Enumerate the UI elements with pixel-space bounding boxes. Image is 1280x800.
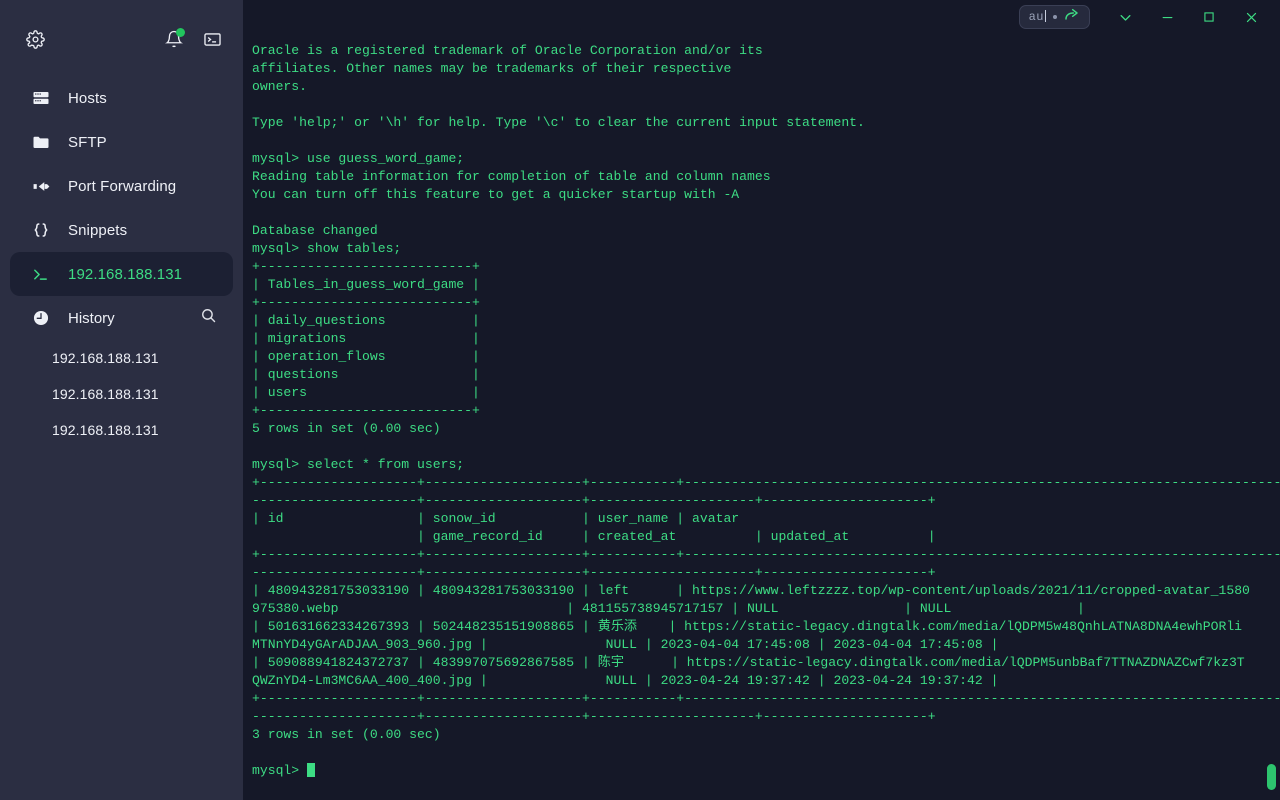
terminal-prompt-text: mysql> — [252, 763, 308, 778]
sidebar-item-label: Snippets — [68, 221, 128, 239]
terminal-line: Database changed — [252, 223, 378, 238]
clock-icon — [32, 309, 54, 327]
sidebar-item-label: Port Forwarding — [68, 177, 177, 195]
terminal-line: owners. — [252, 79, 308, 94]
history-item-label: 192.168.188.131 — [52, 422, 159, 438]
sidebar-item-label: SFTP — [68, 133, 107, 151]
terminal-line: | Tables_in_guess_word_game | — [252, 277, 480, 292]
search-icon[interactable] — [200, 307, 217, 329]
terminal-line: Reading table information for completion… — [252, 169, 771, 184]
sidebar-toolbar — [0, 14, 243, 64]
sidebar-item-label: 192.168.188.131 — [68, 265, 183, 283]
terminal-prompt-icon — [32, 266, 54, 283]
terminal-line: | 501631662334267393 | 50244823515190886… — [252, 619, 1243, 634]
terminal-scrollbar-thumb[interactable] — [1267, 764, 1276, 790]
terminal-line: QWZnYD4-Lm3MC6AA_400_400.jpg | NULL | 20… — [252, 673, 999, 688]
share-arrow-icon[interactable] — [1064, 7, 1080, 28]
app-root: Hosts SFTP Port Forwarding Snippets 192.… — [0, 0, 1280, 800]
terminal-prompt-line[interactable]: mysql> — [252, 762, 1280, 780]
folder-icon — [32, 133, 54, 151]
terminal-line: | users | — [252, 385, 480, 400]
terminal-line: MTNnYD4yGArADJAA_903_960.jpg | NULL | 20… — [252, 637, 999, 652]
terminal-line: +--------------------+------------------… — [252, 475, 1280, 490]
terminal-line: ---------------------+------------------… — [252, 565, 936, 580]
history-item[interactable]: 192.168.188.131 — [0, 412, 243, 448]
session-tag-text: au — [1028, 10, 1044, 24]
main-panel: au Oracle is a registered trademark of O… — [243, 0, 1280, 800]
sidebar-item-label: Hosts — [68, 89, 107, 107]
sidebar-item-sftp[interactable]: SFTP — [10, 120, 233, 164]
sidebar-nav: Hosts SFTP Port Forwarding Snippets 192.… — [0, 76, 243, 448]
terminal-line: ---------------------+------------------… — [252, 493, 936, 508]
history-item-label: 192.168.188.131 — [52, 350, 159, 366]
terminal-icon[interactable] — [199, 26, 225, 52]
history-item[interactable]: 192.168.188.131 — [0, 340, 243, 376]
terminal-line: mysql> select * from users; — [252, 457, 465, 472]
history-item-label: 192.168.188.131 — [52, 386, 159, 402]
gear-icon[interactable] — [22, 26, 48, 52]
terminal-line: mysql> use guess_word_game; — [252, 151, 465, 166]
chevron-down-icon[interactable] — [1104, 1, 1146, 33]
terminal-line: ---------------------+------------------… — [252, 709, 936, 724]
terminal-cursor — [307, 763, 316, 777]
tag-separator-dot — [1053, 15, 1057, 19]
sidebar-item-hosts[interactable]: Hosts — [10, 76, 233, 120]
notification-badge — [176, 28, 185, 37]
maximize-icon[interactable] — [1188, 1, 1230, 33]
terminal-line: | game_record_id | created_at | updated_… — [252, 529, 936, 544]
terminal-line: +---------------------------+ — [252, 295, 480, 310]
braces-icon — [32, 221, 54, 239]
terminal-line: +--------------------+------------------… — [252, 547, 1280, 562]
terminal-line: | questions | — [252, 367, 480, 382]
sidebar-item-port-forwarding[interactable]: Port Forwarding — [10, 164, 233, 208]
terminal-line: Type 'help;' or '\h' for help. Type '\c'… — [252, 115, 865, 130]
terminal-line: +---------------------------+ — [252, 403, 480, 418]
terminal-line: | operation_flows | — [252, 349, 480, 364]
terminal-line: affiliates. Other names may be trademark… — [252, 61, 732, 76]
session-tag-pill[interactable]: au — [1018, 5, 1090, 29]
terminal-line: | migrations | — [252, 331, 480, 346]
terminal-line: | daily_questions | — [252, 313, 480, 328]
sidebar-item-snippets[interactable]: Snippets — [10, 208, 233, 252]
terminal-line: | id | sonow_id | user_name | avatar — [252, 511, 740, 526]
server-icon — [32, 89, 54, 107]
history-item[interactable]: 192.168.188.131 — [0, 376, 243, 412]
history-label: History — [68, 309, 115, 327]
sidebar: Hosts SFTP Port Forwarding Snippets 192.… — [0, 0, 243, 800]
terminal-line: You can turn off this feature to get a q… — [252, 187, 740, 202]
terminal-line: mysql> show tables; — [252, 241, 402, 256]
terminal-line: +--------------------+------------------… — [252, 691, 1280, 706]
terminal-line: | 509088941824372737 | 48399707569286758… — [252, 655, 1245, 670]
window-titlebar: au — [243, 0, 1280, 34]
minimize-icon[interactable] — [1146, 1, 1188, 33]
terminal-line: +---------------------------+ — [252, 259, 480, 274]
port-forward-icon — [32, 177, 54, 196]
terminal-line: | 480943281753033190 | 48094328175303319… — [252, 583, 1250, 598]
terminal-line: 975380.webp | 481155738945717157 | NULL … — [252, 601, 1085, 616]
terminal-line: Oracle is a registered trademark of Orac… — [252, 43, 763, 58]
bell-icon[interactable] — [161, 26, 187, 52]
terminal-line: 3 rows in set (0.00 sec) — [252, 727, 441, 742]
sidebar-item-session-192-168-188-131[interactable]: 192.168.188.131 — [10, 252, 233, 296]
terminal-line: 5 rows in set (0.00 sec) — [252, 421, 441, 436]
terminal-output[interactable]: Oracle is a registered trademark of Orac… — [243, 34, 1280, 800]
sidebar-section-history[interactable]: History — [10, 296, 233, 340]
close-icon[interactable] — [1230, 1, 1272, 33]
